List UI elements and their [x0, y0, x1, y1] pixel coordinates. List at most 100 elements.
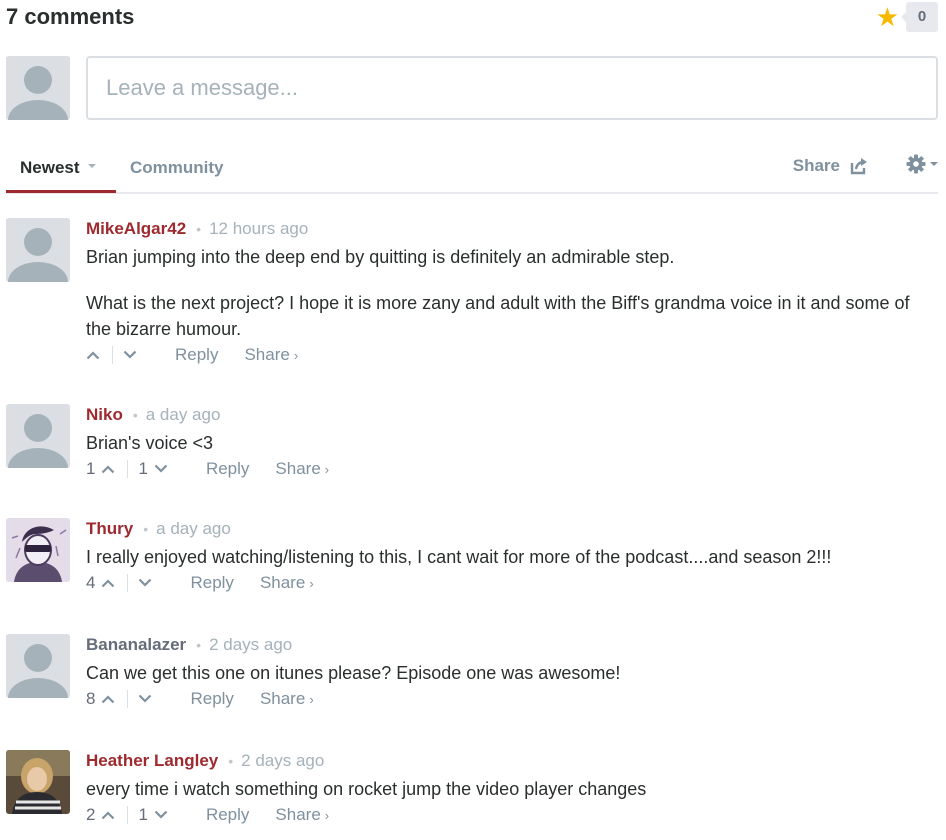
avatar[interactable]	[6, 404, 70, 468]
active-tab-indicator	[6, 190, 116, 193]
comment-actions: 8 Reply Share ›	[86, 688, 938, 710]
avatar[interactable]	[6, 518, 70, 582]
comment-author[interactable]: MikeAlgar42	[86, 219, 186, 238]
reply-button[interactable]: Reply	[190, 689, 233, 709]
reply-button[interactable]: Reply	[206, 459, 249, 479]
sort-nav: Newest Community Share	[6, 148, 938, 194]
share-label: Share	[244, 345, 290, 364]
share-button[interactable]: Share ›	[244, 345, 298, 365]
comment-actions: 1 1 Reply Share ›	[86, 458, 938, 480]
compose-box[interactable]	[86, 56, 938, 120]
comment-count: 7 comments	[6, 4, 135, 29]
share-label: Share	[259, 573, 306, 592]
downvote-button[interactable]	[138, 578, 152, 588]
chevron-up-icon	[102, 695, 115, 704]
vote-divider	[127, 690, 129, 708]
default-avatar-icon	[6, 218, 70, 282]
upvote-count: 1	[86, 459, 96, 478]
avatar[interactable]	[6, 750, 70, 814]
avatar[interactable]	[6, 218, 70, 282]
reply-button[interactable]: Reply	[206, 805, 249, 825]
settings-menu[interactable]	[906, 154, 938, 174]
chevron-down-icon	[154, 810, 168, 819]
downvote-button[interactable]: 1	[138, 459, 168, 479]
comment-message: Can we get this one on itunes please? Ep…	[86, 660, 938, 686]
message-paragraph: What is the next project? I hope it is m…	[86, 293, 910, 339]
message-paragraph: Brian jumping into the deep end by quitt…	[86, 247, 675, 267]
chevron-up-icon	[102, 811, 115, 820]
meta-separator: •	[228, 753, 234, 769]
vote-divider	[127, 460, 129, 478]
downvote-button[interactable]	[138, 694, 152, 704]
photo-avatar-icon	[6, 750, 70, 814]
comment-actions: 4 Reply Share ›	[86, 572, 938, 594]
comment-time[interactable]: 2 days ago	[241, 751, 324, 770]
reply-button[interactable]: Reply	[190, 573, 233, 593]
avatar[interactable]	[6, 634, 70, 698]
upvote-button[interactable]: 1	[86, 459, 115, 479]
comment-time[interactable]: 12 hours ago	[209, 219, 308, 238]
favorite-count: 0	[906, 2, 938, 32]
share-thread-label: Share	[792, 156, 840, 175]
caret-down-icon	[87, 164, 96, 168]
tab-community[interactable]: Community	[130, 158, 224, 178]
upvote-button[interactable]	[86, 350, 100, 360]
chevron-up-icon	[86, 351, 100, 360]
downvote-count: 1	[138, 459, 148, 478]
vote-divider	[127, 806, 129, 824]
upvote-count: 4	[86, 573, 96, 592]
vote-divider	[112, 346, 113, 364]
chevron-up-icon	[102, 465, 115, 474]
upvote-button[interactable]: 8	[86, 689, 115, 709]
chevron-up-icon	[102, 579, 115, 588]
favorite-button[interactable]: ★ 0	[876, 2, 938, 32]
meta-separator: •	[196, 221, 202, 237]
sketch-portrait-avatar-icon	[6, 518, 70, 582]
share-button[interactable]: Share ›	[275, 459, 329, 479]
share-button[interactable]: Share ›	[275, 805, 329, 825]
share-icon	[850, 158, 867, 175]
current-user-avatar[interactable]	[6, 56, 70, 120]
upvote-button[interactable]: 4	[86, 573, 115, 593]
message-paragraph: every time i watch something on rocket j…	[86, 779, 647, 799]
gear-icon	[906, 154, 926, 174]
chevron-down-icon	[139, 694, 152, 703]
share-thread-button[interactable]: Share	[793, 156, 868, 176]
comment-message: every time i watch something on rocket j…	[86, 776, 938, 802]
comment-time[interactable]: a day ago	[156, 519, 231, 538]
chevron-down-icon	[123, 350, 137, 359]
comment-time[interactable]: 2 days ago	[209, 635, 292, 654]
tab-newest[interactable]: Newest	[20, 158, 96, 178]
downvote-button[interactable]: 1	[138, 805, 168, 825]
chevron-right-icon: ›	[324, 462, 330, 477]
upvote-button[interactable]: 2	[86, 805, 115, 825]
comments-header: 7 comments ★ 0	[6, 0, 938, 36]
comment-message: I really enjoyed watching/listening to t…	[86, 544, 938, 570]
caret-down-icon	[930, 162, 938, 166]
share-label: Share	[275, 805, 321, 824]
message-paragraph: Can we get this one on itunes please? Ep…	[86, 663, 621, 683]
share-button[interactable]: Share ›	[260, 573, 314, 593]
comment-author: Bananalazer	[86, 635, 187, 654]
message-input[interactable]	[88, 58, 936, 118]
comment-author[interactable]: Thury	[86, 519, 133, 538]
meta-separator: •	[132, 407, 138, 423]
comment-author[interactable]: Heather Langley	[86, 751, 218, 770]
comment-time[interactable]: a day ago	[146, 405, 221, 424]
star-icon[interactable]: ★	[876, 3, 899, 31]
share-label: Share	[275, 459, 321, 478]
comment-author[interactable]: Niko	[86, 405, 123, 424]
default-avatar-icon	[6, 56, 70, 120]
default-avatar-icon	[6, 404, 70, 468]
share-button[interactable]: Share ›	[260, 689, 314, 709]
meta-separator: •	[196, 637, 202, 653]
chevron-down-icon	[154, 464, 168, 473]
chevron-down-icon	[139, 578, 152, 587]
chevron-right-icon: ›	[309, 692, 314, 707]
downvote-button[interactable]	[123, 350, 137, 360]
chevron-right-icon: ›	[324, 808, 330, 823]
chevron-right-icon: ›	[309, 576, 314, 591]
upvote-count: 8	[86, 689, 96, 708]
downvote-count: 1	[138, 805, 148, 824]
reply-button[interactable]: Reply	[175, 345, 218, 365]
